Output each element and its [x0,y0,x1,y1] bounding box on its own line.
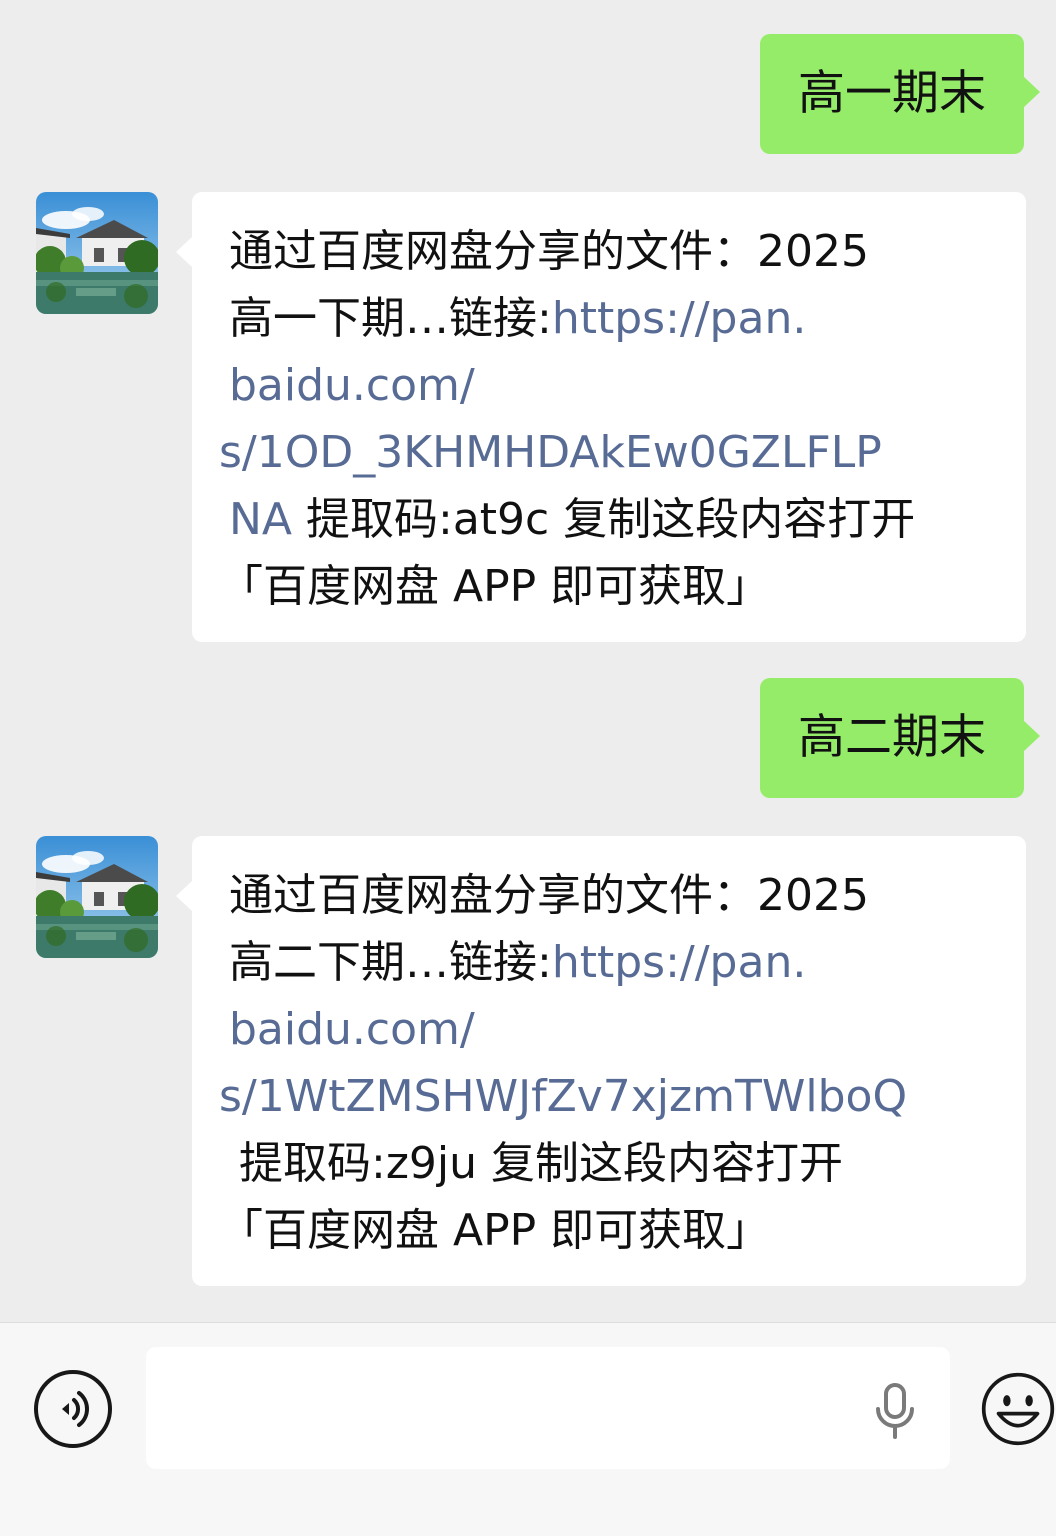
emoji-button[interactable] [980,1368,1056,1450]
chat-area: 高一期末 通过百度网盘分享的文件：2025 高一下期…链接:https://pa… [0,0,1056,1322]
share-link[interactable]: https://pan. [552,937,806,988]
share-link[interactable]: NA [229,494,292,545]
voice-toggle-icon [34,1370,112,1448]
emoji-smile-icon [981,1372,1055,1446]
message-line: 高一下期…链接:https://pan. [229,285,1002,352]
message-row-incoming: 通过百度网盘分享的文件：2025 高二下期…链接:https://pan. ba… [0,836,1056,1286]
avatar-garden-image [36,836,158,958]
message-line: 「百度网盘 APP 即可获取」 [219,1205,771,1256]
message-text: 提取码:at9c 复制这段内容打开 [292,494,916,545]
outgoing-message-bubble[interactable]: 高二期末 [760,678,1040,798]
message-line: NA 提取码:at9c 复制这段内容打开 [229,486,1002,553]
incoming-message-bubble[interactable]: 通过百度网盘分享的文件：2025 高一下期…链接:https://pan. ba… [176,192,1026,642]
message-line: 通过百度网盘分享的文件：2025 [229,226,869,277]
outgoing-message-bubble[interactable]: 高一期末 [760,34,1040,154]
message-row-outgoing: 高二期末 [0,678,1056,798]
message-text: 高二下期…链接: [229,937,552,988]
message-row-outgoing: 高一期末 [0,34,1056,154]
share-link[interactable]: baidu.com/ [229,996,1002,1063]
voice-toggle-button[interactable] [32,1368,114,1450]
input-bar [0,1322,1056,1536]
message-line: 提取码:z9ju 复制这段内容打开 [239,1138,844,1189]
avatar-garden-image [36,192,158,314]
share-link[interactable]: s/1WtZMSHWJfZv7xjzmTWlboQ [219,1063,1002,1130]
message-text: 高一期末 [798,66,986,121]
microphone-icon[interactable] [872,1381,918,1441]
message-line: 通过百度网盘分享的文件：2025 [229,870,869,921]
share-link[interactable]: baidu.com/ [229,352,1002,419]
message-text: 高二期末 [798,710,986,765]
message-text: 高一下期…链接: [229,293,552,344]
share-link[interactable]: s/1OD_3KHMHDAkEw0GZLFLP [219,419,1002,486]
message-row-incoming: 通过百度网盘分享的文件：2025 高一下期…链接:https://pan. ba… [0,192,1056,642]
incoming-message-bubble[interactable]: 通过百度网盘分享的文件：2025 高二下期…链接:https://pan. ba… [176,836,1026,1286]
message-input[interactable] [146,1347,950,1469]
message-line: 「百度网盘 APP 即可获取」 [219,561,771,612]
avatar[interactable] [36,192,158,314]
share-link[interactable]: https://pan. [552,293,806,344]
avatar[interactable] [36,836,158,958]
message-line: 高二下期…链接:https://pan. [229,929,1002,996]
